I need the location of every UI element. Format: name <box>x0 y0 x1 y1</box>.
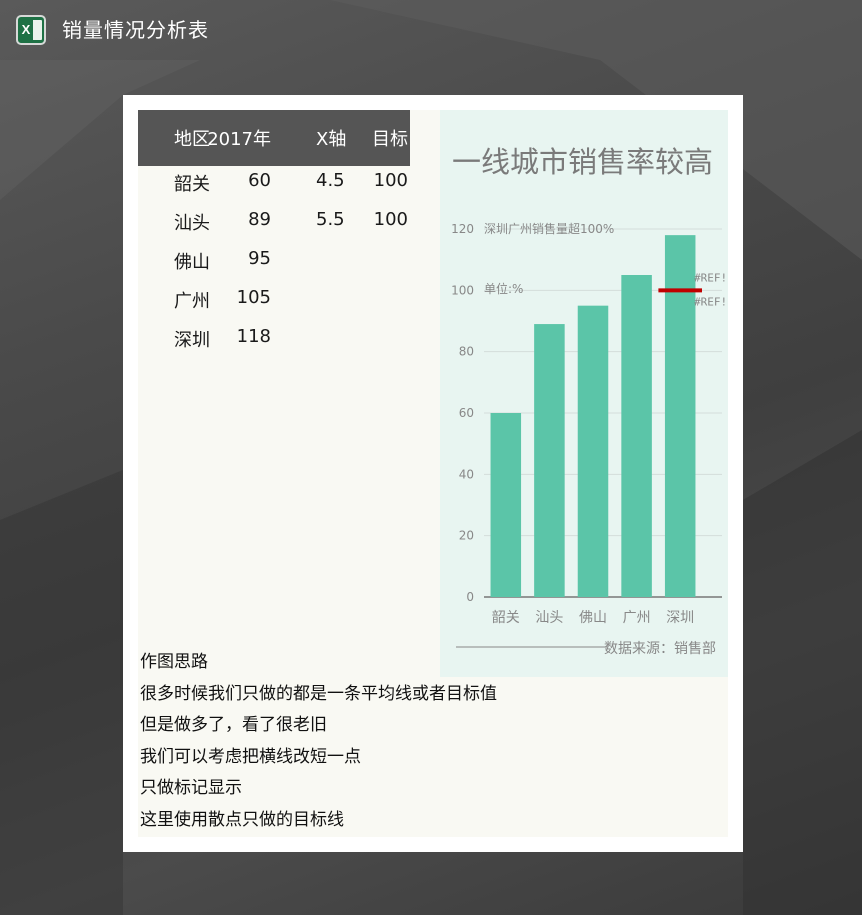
y-tick-label: 20 <box>459 529 474 543</box>
table-row[interactable]: 韶关 60 4.5 100 <box>138 170 410 209</box>
notes-block: 作图思路 很多时候我们只做的都是一条平均线或者目标值 但是做多了，看了很老旧 我… <box>140 647 497 836</box>
bar-chart[interactable]: 一线城市销售率较高 数据来源：销售部 0 20 40 60 80 100 120 韶关 汕头佛… <box>440 110 728 677</box>
y-tick-label: 80 <box>459 345 474 359</box>
table-row[interactable]: 广州 105 <box>138 287 410 326</box>
y-tick-label: 60 <box>459 406 474 420</box>
cell-target[interactable]: 100 <box>374 170 408 191</box>
note-line: 很多时候我们只做的都是一条平均线或者目标值 <box>140 683 497 704</box>
cell-x[interactable]: 4.5 <box>316 170 345 191</box>
header-target: 目标 <box>372 129 408 150</box>
worksheet-paper: 地区 2017年 X轴 目标 韶关 60 4.5 100 汕头 89 5.5 1… <box>123 95 743 852</box>
cell-region[interactable]: 广州 <box>174 287 210 313</box>
bar-1[interactable] <box>490 413 522 597</box>
cell-region[interactable]: 深圳 <box>174 326 210 352</box>
note-line: 我们可以考虑把横线改短一点 <box>140 746 361 767</box>
x-tick-label: 深圳 <box>666 610 694 626</box>
x-tick-label: 广州 <box>623 610 651 626</box>
cell-value[interactable]: 105 <box>237 287 271 308</box>
cell-region[interactable]: 汕头 <box>174 209 210 235</box>
y-tick-label: 0 <box>466 590 474 604</box>
annotation-over-100: 深圳广州销售量超100% <box>484 221 614 236</box>
cell-value[interactable]: 89 <box>248 209 271 230</box>
cell-target[interactable]: 100 <box>374 209 408 230</box>
cell-value[interactable]: 60 <box>248 170 271 191</box>
x-tick-label: 韶关 <box>492 610 520 626</box>
source-label: 数据来源：销售部 <box>604 641 716 657</box>
header-2017: 2017年 <box>207 129 271 150</box>
x-tick-label: 佛山 <box>579 610 607 626</box>
x-tick-label: 汕头 <box>535 610 563 626</box>
table-row[interactable]: 佛山 95 <box>138 248 410 287</box>
excel-icon: X <box>16 15 46 45</box>
table-row[interactable]: 汕头 89 5.5 100 <box>138 209 410 248</box>
header-region: 地区 <box>174 129 210 150</box>
y-tick-label: 100 <box>451 283 474 297</box>
y-tick-label: 40 <box>459 467 474 481</box>
header-x-axis: X轴 <box>316 129 347 150</box>
error-label: #REF! <box>694 271 727 284</box>
note-line: 这里使用散点只做的目标线 <box>140 809 344 830</box>
annotation-unit: 单位:% <box>484 281 523 296</box>
cell-value[interactable]: 118 <box>237 326 271 347</box>
cell-region[interactable]: 韶关 <box>174 170 210 196</box>
bar-4[interactable] <box>621 275 652 597</box>
bar-2[interactable] <box>534 324 565 597</box>
cell-region[interactable]: 佛山 <box>174 248 210 274</box>
note-line: 但是做多了，看了很老旧 <box>140 715 327 735</box>
y-tick-label: 120 <box>451 222 474 236</box>
table-row[interactable]: 深圳 118 <box>138 326 410 365</box>
cell-value[interactable]: 95 <box>248 248 271 269</box>
table-header: 地区 2017年 X轴 目标 <box>138 110 410 166</box>
chart-panel[interactable]: 一线城市销售率较高 数据来源：销售部 0 20 40 60 80 100 120 韶关 汕头佛… <box>440 110 728 677</box>
bar-3[interactable] <box>577 305 609 597</box>
note-line: 只做标记显示 <box>140 778 242 798</box>
worksheet-area: 地区 2017年 X轴 目标 韶关 60 4.5 100 汕头 89 5.5 1… <box>138 110 728 837</box>
data-table: 地区 2017年 X轴 目标 韶关 60 4.5 100 汕头 89 5.5 1… <box>138 110 410 351</box>
app-title: 销量情况分析表 <box>62 18 209 42</box>
note-line: 作图思路 <box>140 652 208 672</box>
chart-title: 一线城市销售率较高 <box>452 145 713 179</box>
title-bar: X 销量情况分析表 <box>0 0 862 60</box>
cell-x[interactable]: 5.5 <box>316 209 345 230</box>
error-label: #REF! <box>694 295 727 308</box>
